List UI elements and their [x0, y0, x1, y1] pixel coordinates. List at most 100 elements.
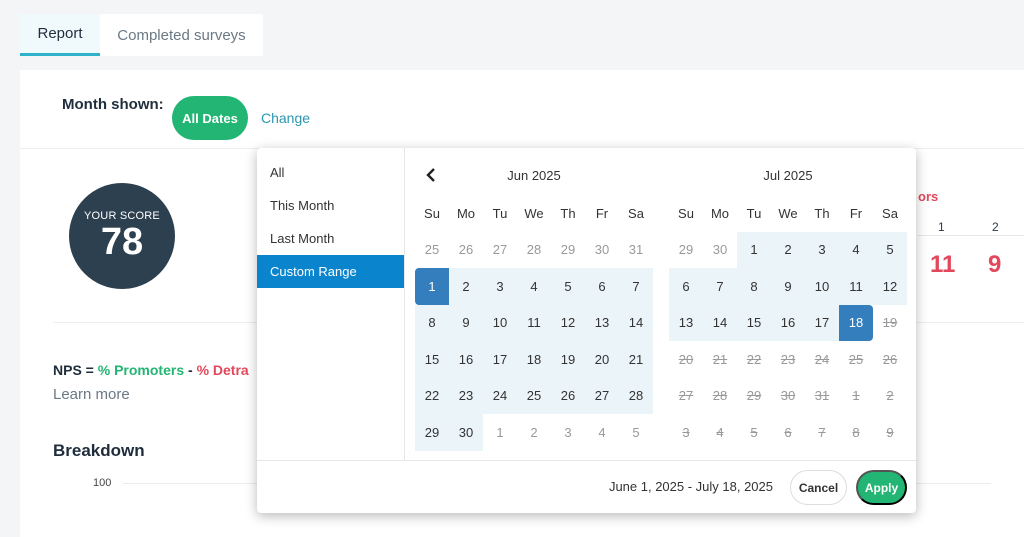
weekday-header: Sa: [882, 205, 898, 221]
calendar-title: Jul 2025: [763, 168, 813, 183]
picker-footer: June 1, 2025 - July 18, 2025 Cancel Appl…: [257, 460, 916, 513]
calendar-day[interactable]: 13: [585, 304, 619, 341]
calendar-day[interactable]: 5: [551, 268, 585, 305]
calendar-day[interactable]: 26: [449, 232, 483, 269]
detractors-label: ors: [918, 189, 939, 204]
calendar-day: 6: [784, 424, 792, 440]
calendar-day[interactable]: 17: [483, 341, 517, 378]
calendar-day[interactable]: 30: [585, 232, 619, 269]
weekday-header: Th: [814, 205, 830, 221]
range-item-all[interactable]: All: [257, 156, 404, 189]
calendar-day[interactable]: 22: [415, 377, 449, 414]
calendar-day: 27: [678, 388, 694, 404]
calendar-day[interactable]: 30: [449, 414, 483, 451]
calendar-day[interactable]: 18: [517, 341, 551, 378]
calendar-day[interactable]: 11: [839, 268, 873, 305]
calendar-day[interactable]: 17: [805, 304, 839, 341]
calendar-day[interactable]: 14: [619, 304, 653, 341]
tab-report[interactable]: Report: [20, 14, 100, 56]
calendar-day[interactable]: 7: [703, 268, 737, 305]
calendar-day[interactable]: 27: [483, 232, 517, 269]
nps-detractors: % Detra: [196, 362, 249, 378]
calendar-day[interactable]: 23: [449, 377, 483, 414]
calendar-title: Jun 2025: [507, 168, 561, 183]
calendar-day[interactable]: 4: [839, 231, 873, 268]
calendar-day[interactable]: 9: [771, 268, 805, 305]
calendar-day[interactable]: 3: [551, 414, 585, 451]
calendar-day[interactable]: 12: [551, 304, 585, 341]
calendar-day[interactable]: 31: [619, 232, 653, 269]
calendar-day[interactable]: 2: [449, 268, 483, 305]
calendar-day[interactable]: 20: [585, 341, 619, 378]
calendar-day[interactable]: 13: [669, 304, 703, 341]
calendar-grid: Su Mo Tu We Th Fr Sa 25 26 27 28 29 30 31 1 2 3 4 5 6 7 8 9 10 1…: [415, 195, 653, 451]
nps-promoters: % Promoters: [97, 362, 185, 378]
calendar-day[interactable]: 21: [619, 341, 653, 378]
column-header: 2: [992, 220, 999, 234]
calendar-day[interactable]: 26: [551, 377, 585, 414]
range-end-day[interactable]: 18: [839, 304, 873, 341]
calendar-day: 30: [780, 388, 796, 404]
calendar-day[interactable]: 4: [517, 268, 551, 305]
change-link[interactable]: Change: [261, 110, 310, 126]
calendar-day[interactable]: 4: [585, 414, 619, 451]
range-list: All This Month Last Month Custom Range: [257, 148, 405, 460]
calendar-day[interactable]: 15: [737, 304, 771, 341]
calendar-day[interactable]: 19: [551, 341, 585, 378]
calendar-day[interactable]: 8: [415, 304, 449, 341]
calendar-day[interactable]: 10: [805, 268, 839, 305]
calendar-day[interactable]: 27: [585, 377, 619, 414]
calendar-day[interactable]: 30: [703, 232, 737, 269]
calendar-day[interactable]: 2: [771, 231, 805, 268]
calendar-day[interactable]: 1: [737, 231, 771, 268]
calendar-day[interactable]: 25: [415, 232, 449, 269]
calendar-day[interactable]: 29: [669, 232, 703, 269]
calendar-day: 19: [882, 315, 898, 331]
calendar-grid: Su Mo Tu We Th Fr Sa 29 30 1 2 3 4 5 6 7 8 9 10 11 12 13 14 15 1…: [669, 195, 907, 451]
calendar-day[interactable]: 6: [669, 268, 703, 305]
calendar-day[interactable]: 16: [771, 304, 805, 341]
calendar-day[interactable]: 29: [415, 414, 449, 451]
calendar-day[interactable]: 1: [483, 414, 517, 451]
range-start-day[interactable]: 1: [415, 268, 449, 305]
calendar-day[interactable]: 9: [449, 304, 483, 341]
detractor-count: 11: [930, 251, 956, 278]
cancel-button[interactable]: Cancel: [790, 470, 847, 505]
calendar-day[interactable]: 25: [517, 377, 551, 414]
weekday-header: Mo: [710, 205, 730, 221]
weekday-header: We: [524, 205, 544, 221]
calendar-day[interactable]: 6: [585, 268, 619, 305]
calendar-day[interactable]: 14: [703, 304, 737, 341]
calendar-day[interactable]: 3: [805, 231, 839, 268]
learn-more-link[interactable]: Learn more: [53, 386, 130, 403]
calendar-day[interactable]: 15: [415, 341, 449, 378]
detractor-count: 9: [988, 251, 1002, 278]
calendar-day[interactable]: 3: [483, 268, 517, 305]
calendar-day[interactable]: 5: [873, 231, 907, 268]
calendar-day[interactable]: 24: [483, 377, 517, 414]
all-dates-badge[interactable]: All Dates: [172, 96, 248, 140]
calendar-day: 3: [682, 424, 690, 440]
range-item-this-month[interactable]: This Month: [257, 189, 404, 222]
calendar-day[interactable]: 12: [873, 268, 907, 305]
calendar-day[interactable]: 11: [517, 304, 551, 341]
weekday-header: Su: [424, 205, 440, 221]
calendar-day[interactable]: 7: [619, 268, 653, 305]
calendar-day[interactable]: 5: [619, 414, 653, 451]
weekday-header: Mo: [456, 205, 476, 221]
calendar-day[interactable]: 16: [449, 341, 483, 378]
calendar-day[interactable]: 28: [517, 232, 551, 269]
calendar-day[interactable]: 8: [737, 268, 771, 305]
range-item-custom-range[interactable]: Custom Range: [257, 255, 404, 288]
calendar-day[interactable]: 2: [517, 414, 551, 451]
score-circle: YOUR SCORE 78: [69, 183, 175, 289]
calendar-day: 1: [852, 388, 860, 404]
weekday-header: Fr: [595, 205, 609, 221]
calendar-day: 23: [780, 351, 796, 367]
apply-button[interactable]: Apply: [856, 470, 907, 505]
calendar-day[interactable]: 28: [619, 377, 653, 414]
calendar-day[interactable]: 10: [483, 304, 517, 341]
tab-completed-surveys[interactable]: Completed surveys: [100, 14, 263, 56]
calendar-day[interactable]: 29: [551, 232, 585, 269]
range-item-last-month[interactable]: Last Month: [257, 222, 404, 255]
